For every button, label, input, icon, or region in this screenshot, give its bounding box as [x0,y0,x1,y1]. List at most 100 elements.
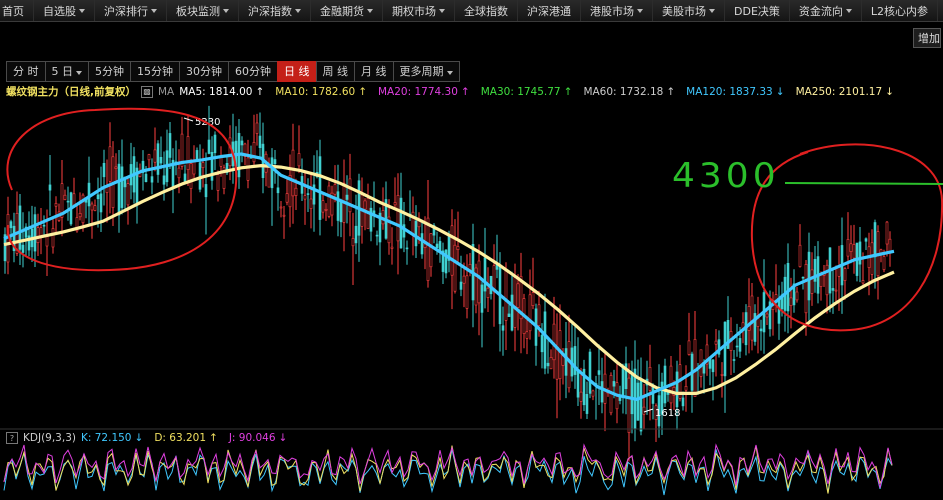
candle-body [240,140,244,146]
candle-body [795,291,799,301]
candle-body [126,183,130,206]
candle-body [846,239,850,257]
help-icon[interactable]: ? [6,432,18,444]
candle-body [156,143,160,175]
candle-body [252,142,256,163]
kdj-entry: J: 90.046 ↓ [229,432,293,444]
candle-body [576,369,580,398]
candle-body [291,149,295,197]
candle-body [63,194,67,200]
candle-body [117,163,121,216]
low-price-label: 1618 [655,408,680,419]
kdj-entry-value: J: 90.046 [228,432,276,444]
candle-body [273,159,277,164]
price-chart[interactable]: 5230 1618 4300 [0,0,943,500]
candle-body [486,287,490,298]
candle-body [276,187,280,194]
candle-body [336,191,340,221]
candle-body [54,203,58,207]
candle-body [807,251,811,301]
candle-body [393,202,397,206]
candle-body [390,246,394,249]
candle-body [228,137,232,167]
candle-body [282,214,286,217]
candle-body [450,225,454,276]
candle-body [636,382,640,421]
candle-body [675,371,679,408]
candle-body [864,238,868,242]
candle-body [858,241,862,265]
candle-body [96,194,100,200]
candle-body [204,184,208,198]
candle-body [882,256,886,270]
candle-body [303,195,307,200]
candle-body [843,268,847,281]
candle-body [810,269,814,294]
candle-body [798,244,802,267]
candle-body [162,175,166,185]
candle-body [651,385,655,404]
candle-body [108,146,112,182]
candle-body [258,135,262,148]
candle-body [600,381,604,403]
candle-body [9,221,13,229]
candle-body [528,294,532,332]
kdj-entry: D: 63.201 ↑ [154,432,223,444]
candle-body [294,187,298,196]
candle-body [648,366,652,391]
candle-body [510,294,514,331]
candle-body [309,198,313,209]
kdj-entries: K: 72.150 ↓ D: 63.201 ↑ J: 90.046 ↓ [81,432,298,444]
candle-body [579,391,583,402]
candle-body [879,249,883,254]
candle-body [354,225,358,244]
candle-body [207,139,211,154]
candle-body [426,217,430,281]
candle-body [558,330,562,380]
candle-body [324,209,328,211]
candle-body [348,178,352,213]
candle-body [297,153,301,167]
candle-body [270,157,274,189]
candle-body [99,193,103,213]
candle-body [885,221,889,245]
candle-body [150,176,154,183]
candle-body [78,213,82,218]
candle-body [750,295,754,341]
kdj-entry-value: K: 72.150 [80,432,132,444]
candle-body [591,390,595,397]
candle-body [765,313,769,318]
candle-body [420,233,424,255]
candle-body [639,380,643,432]
candle-body [183,173,187,182]
candle-body [738,338,742,352]
candle-body [480,284,484,313]
candle-body [567,341,571,389]
candle-body [189,163,193,189]
candle-body [801,276,805,279]
candle-body [285,193,289,203]
candle-body [72,193,76,206]
candle-body [51,228,55,248]
kdj-trend-arrow: ↑ [209,432,218,444]
candle-body [186,136,190,171]
candle-body [819,274,823,287]
candle-body [540,334,544,353]
candle-body [663,365,667,404]
candle-body [777,298,781,324]
candle-body [684,385,688,391]
candle-body [42,224,46,227]
candle-body [213,134,217,154]
candle-body [216,174,220,191]
candle-body [45,236,49,247]
candle-body [399,197,403,249]
candle-body [147,154,151,161]
candle-body [279,206,283,209]
candle-body [693,339,697,397]
candle-body [33,214,37,252]
kdj-entry-value: D: 63.201 [154,432,207,444]
candle-body [93,205,97,211]
kdj-trend-arrow: ↓ [278,432,288,444]
candle-body [870,242,874,275]
candle-body [804,263,808,314]
